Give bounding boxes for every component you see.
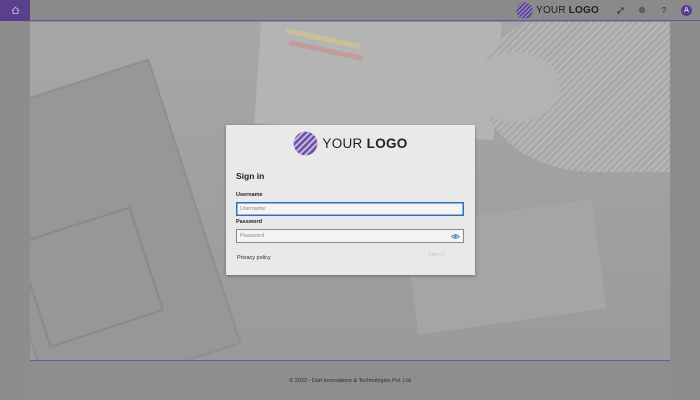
copyright-text: © 2022 - Dart Innovations & Technologies… <box>289 377 411 384</box>
dialog-logo: YOUR LOGO <box>226 131 475 156</box>
dialog-logo-text-bold: LOGO <box>366 136 408 151</box>
brand-logo: YOUR LOGO <box>516 1 599 19</box>
logo-mark-icon <box>294 131 318 156</box>
dialog-title: Sign in <box>236 171 265 181</box>
help-icon: ? <box>661 5 667 15</box>
footer: © 2022 - Dart Innovations & Technologies… <box>30 360 670 400</box>
username-label: Username <box>236 192 263 198</box>
sign-in-button[interactable]: Sign in <box>428 252 445 258</box>
logo-mark-icon <box>516 1 533 19</box>
privacy-policy-link[interactable]: Privacy policy <box>237 255 271 261</box>
brand-text-bold: LOGO <box>568 4 599 16</box>
eye-icon[interactable] <box>451 232 460 241</box>
username-input[interactable] <box>240 206 463 212</box>
password-label: Password <box>236 219 262 225</box>
help-button[interactable]: ? <box>653 0 675 21</box>
right-margin <box>670 22 700 400</box>
home-button[interactable] <box>0 0 30 21</box>
expand-button[interactable] <box>609 0 631 21</box>
brand-text-regular: YOUR <box>536 4 569 16</box>
password-input[interactable] <box>240 233 463 239</box>
gear-icon <box>638 6 646 14</box>
avatar[interactable]: A <box>681 4 692 16</box>
settings-button[interactable] <box>631 0 653 21</box>
dialog-logo-text-regular: YOUR <box>322 136 367 151</box>
home-icon <box>11 6 19 14</box>
left-margin <box>0 22 30 400</box>
password-field[interactable] <box>236 229 464 243</box>
expand-icon <box>617 7 623 13</box>
username-field[interactable] <box>236 202 464 216</box>
top-bar: YOUR LOGO ? A <box>0 0 700 21</box>
